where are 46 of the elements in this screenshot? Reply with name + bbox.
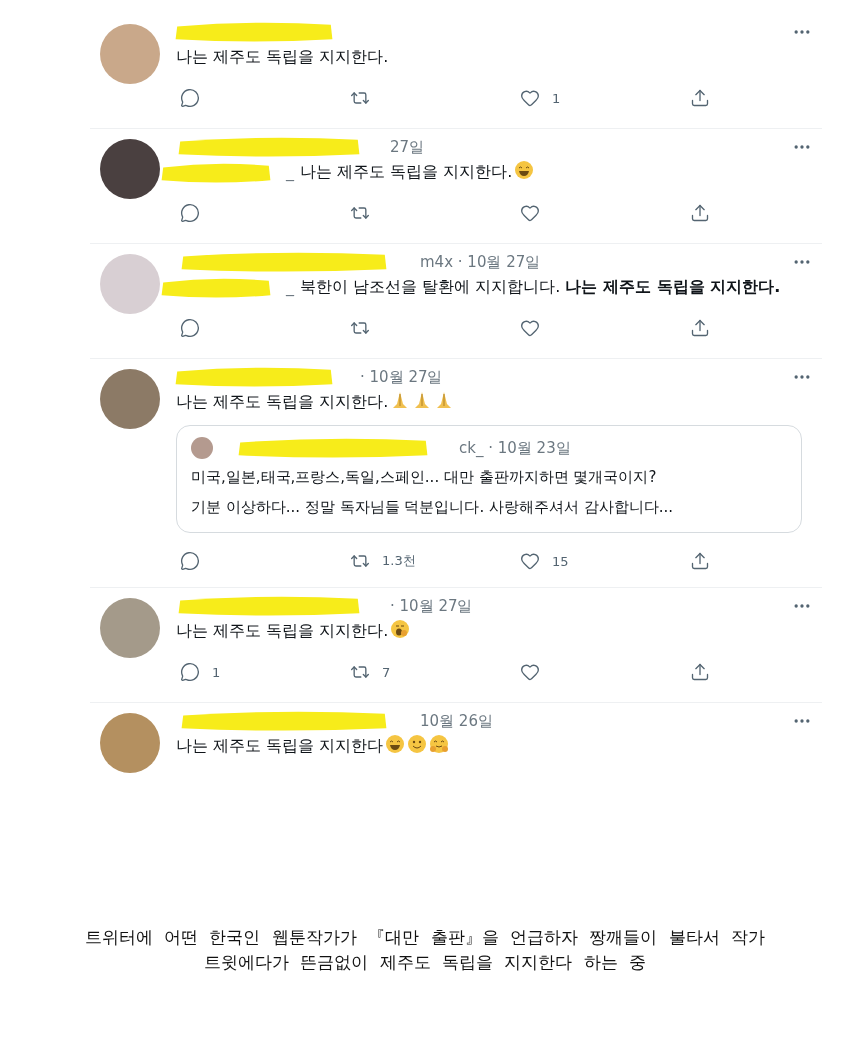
- like-icon[interactable]: [520, 203, 540, 223]
- tweet-meta: · 10월 27일: [360, 367, 443, 387]
- tweet-meta: 27일: [390, 137, 425, 157]
- avatar: [191, 437, 213, 459]
- retweet-count: 7: [382, 664, 391, 680]
- like-count: 1: [552, 90, 561, 106]
- reply-count: 1: [212, 664, 221, 680]
- grinning-face-icon: [385, 734, 406, 754]
- like-count: 15: [552, 553, 569, 569]
- reply-icon[interactable]: [180, 318, 200, 338]
- tweet-text: 나는 제주도 독립을 지지한다.: [176, 392, 389, 411]
- share-icon[interactable]: [690, 88, 710, 108]
- share-icon[interactable]: [690, 318, 710, 338]
- caption-line: 트윗에다가 뜬금없이 제주도 독립을 지지한다 하는 중: [203, 951, 647, 974]
- like-icon[interactable]: [520, 88, 540, 108]
- reply-icon[interactable]: [180, 203, 200, 223]
- tweet-meta: m4x · 10월 27일: [420, 252, 541, 272]
- share-icon[interactable]: [690, 203, 710, 223]
- quote-meta: ck_ · 10월 23일: [459, 438, 571, 458]
- quote-text: 미국,일본,태국,프랑스,독일,스페인... 대만 출판까지하면 몇개국이지?: [191, 467, 658, 488]
- quote-text: 기분 이상하다... 정말 독자님들 덕분입니다. 사랑해주셔서 감사합니다...: [191, 497, 674, 518]
- reply-icon[interactable]: [180, 551, 200, 571]
- tweet-meta: 10월 26일: [420, 711, 493, 731]
- tweet-meta: · 10월 27일: [390, 596, 473, 616]
- like-icon[interactable]: [520, 662, 540, 682]
- mention-text: _: [286, 277, 294, 296]
- share-icon[interactable]: [690, 551, 710, 571]
- reply-icon[interactable]: [180, 88, 200, 108]
- retweet-count: 1.3천: [382, 552, 416, 570]
- grinning-face-icon: [514, 160, 535, 180]
- caption-line: 트위터에 어떤 한국인 웹툰작가가 『대만 출판』을 언급하자 짱깨들이 불타서 작가: [84, 926, 766, 949]
- tweet-text: 나는 제주도 독립을 지지한다.: [176, 47, 389, 66]
- tweet-text: 나는 제주도 독립을 지지한다: [176, 736, 384, 755]
- yawning-face-icon: [390, 619, 411, 639]
- share-icon[interactable]: [690, 662, 710, 682]
- mention-text: _: [286, 162, 294, 181]
- hugging-face-icon: [429, 734, 450, 754]
- tweet-text: 나는 제주도 독립을 지지한다.: [300, 162, 513, 181]
- like-icon[interactable]: [520, 318, 540, 338]
- like-icon[interactable]: [520, 551, 540, 571]
- avatar[interactable]: [100, 139, 160, 199]
- smiling-face-icon: [407, 734, 428, 754]
- reply-icon[interactable]: [180, 662, 200, 682]
- tweet-text: 북한이 남조선을 탈환에 지지합니다. 나는 제주도 독립을 지지한다.: [300, 277, 781, 296]
- quoted-tweet[interactable]: ck_ · 10월 23일 미국,일본,태국,프랑스,독일,스페인... 대만 출판까지하면 몇개국이지? 기분 이상하다... 정말 독자님들 덕분입니다. 사랑해주셔서 감사합니다...: [176, 425, 802, 533]
- tweet-text: 나는 제주도 독립을 지지한다.: [176, 621, 389, 640]
